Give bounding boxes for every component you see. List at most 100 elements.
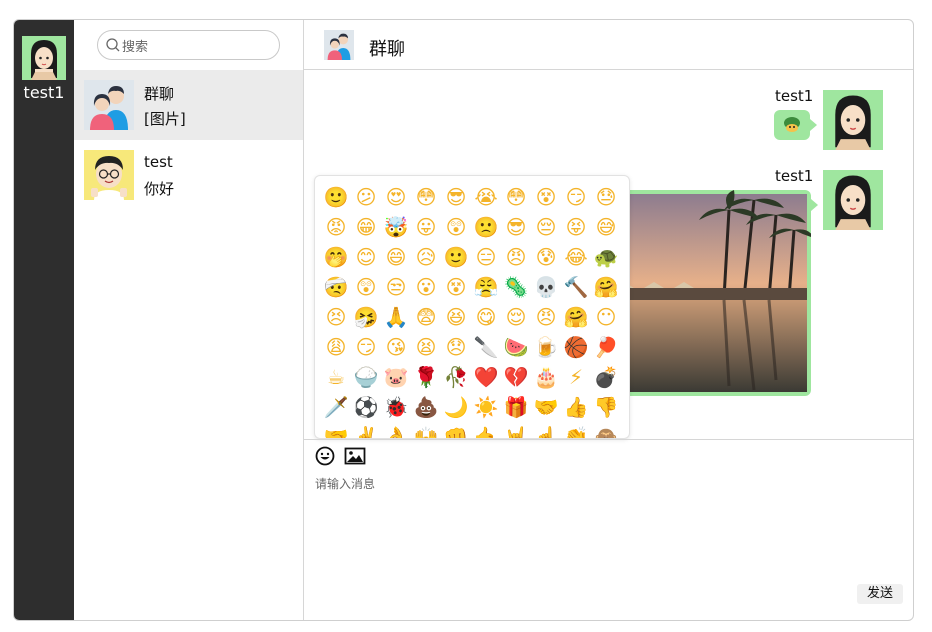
emoji-option[interactable]: 🙏 [381, 302, 411, 332]
girl-avatar-icon[interactable] [823, 90, 883, 150]
emoji-option[interactable]: 🔪 [471, 332, 501, 362]
emoji-option[interactable]: 😰 [531, 242, 561, 272]
emoji-option[interactable]: 😌 [501, 302, 531, 332]
emoji-option[interactable]: 😔 [531, 212, 561, 242]
emoji-option[interactable]: 😒 [381, 272, 411, 302]
emoji-option[interactable]: 😡 [321, 212, 351, 242]
emoji-option[interactable]: 😩 [321, 332, 351, 362]
emoji-option[interactable]: 😥 [411, 242, 441, 272]
emoji-option[interactable]: 😛 [411, 212, 441, 242]
emoji-option[interactable]: 🍺 [531, 332, 561, 362]
girl-avatar-icon[interactable] [22, 36, 66, 80]
emoji-option[interactable]: 😞 [441, 332, 471, 362]
emoji-option[interactable]: 😆 [441, 302, 471, 332]
emoji-option[interactable]: 🙌 [411, 422, 441, 438]
emoji-option[interactable]: 🙂 [321, 182, 351, 212]
smiley-icon[interactable] [314, 445, 336, 467]
message-bubble-emoji[interactable] [774, 110, 810, 140]
emoji-option[interactable]: 😅 [591, 212, 621, 242]
search-box[interactable]: 搜索 [97, 30, 280, 60]
emoji-option[interactable]: 👊 [441, 422, 471, 438]
emoji-option[interactable]: 💔 [501, 362, 531, 392]
emoji-option[interactable]: 🤯 [381, 212, 411, 242]
emoji-option[interactable]: 🤝 [531, 392, 561, 422]
emoji-option[interactable]: 💩 [411, 392, 441, 422]
emoji-option[interactable]: 🤕 [321, 272, 351, 302]
emoji-option[interactable]: 🔨 [561, 272, 591, 302]
emoji-option[interactable]: ☕ [321, 362, 351, 392]
emoji-option[interactable]: 🎂 [531, 362, 561, 392]
emoji-option[interactable]: 🙈 [591, 422, 621, 438]
emoji-option[interactable]: 😤 [471, 272, 501, 302]
emoji-option[interactable]: 😭 [471, 182, 501, 212]
emoji-option[interactable]: 😄 [381, 242, 411, 272]
emoji-option[interactable]: 😋 [471, 302, 501, 332]
emoji-option[interactable]: 🤭 [321, 242, 351, 272]
emoji-option[interactable]: 😫 [411, 332, 441, 362]
emoji-option[interactable]: 😮 [411, 272, 441, 302]
emoji-option[interactable]: 😊 [351, 242, 381, 272]
search-input[interactable]: 搜索 [122, 36, 148, 55]
emoji-option[interactable]: 🐢 [591, 242, 621, 272]
emoji-option[interactable]: 😵 [531, 182, 561, 212]
emoji-option[interactable]: 😑 [471, 242, 501, 272]
message-input[interactable]: 请输入消息 [315, 475, 375, 492]
girl-avatar-icon[interactable] [823, 170, 883, 230]
emoji-option[interactable]: 🤝 [321, 422, 351, 438]
emoji-option[interactable]: 😓 [591, 182, 621, 212]
emoji-option[interactable]: 😳 [501, 182, 531, 212]
emoji-option[interactable]: 😎 [441, 182, 471, 212]
emoji-option[interactable]: 🙁 [471, 212, 501, 242]
emoji-option[interactable]: 😵 [441, 272, 471, 302]
emoji-option[interactable]: 🍚 [351, 362, 381, 392]
emoji-option[interactable]: ☝️ [531, 422, 561, 438]
emoji-option[interactable]: 😣 [321, 302, 351, 332]
emoji-option[interactable]: 🏓 [591, 332, 621, 362]
emoji-option[interactable]: ✌️ [351, 422, 381, 438]
emoji-option[interactable]: 🗡️ [321, 392, 351, 422]
emoji-option[interactable]: 🦠 [501, 272, 531, 302]
emoji-option[interactable]: 😘 [381, 332, 411, 362]
conversation-item-test[interactable]: test 你好 [74, 140, 303, 210]
emoji-picker[interactable]: 🙂 😕 😍 😳 😎 😭 😳 😵 😏 😓 😡 😁 🤯 😛 😲 🙁 😎 😔 😝 😅 🤭 😊 😄 😥 🙂 😑 😠 😰 😂 🐢 🤕 😲 😒 😮 😵 😤 🦠 💀 🔨 🤗… [314, 175, 630, 439]
emoji-option[interactable]: 😕 [351, 182, 381, 212]
emoji-option[interactable]: 🏀 [561, 332, 591, 362]
send-button[interactable]: 发送 [857, 584, 903, 604]
emoji-option[interactable]: 🙂 [441, 242, 471, 272]
emoji-option[interactable]: 😍 [381, 182, 411, 212]
emoji-option[interactable]: 🤧 [351, 302, 381, 332]
emoji-option[interactable]: 🎁 [501, 392, 531, 422]
emoji-option[interactable]: 👎 [591, 392, 621, 422]
emoji-option[interactable]: 😠 [531, 302, 561, 332]
emoji-option[interactable]: 😏 [351, 332, 381, 362]
conversation-item-group[interactable]: 群聊 [图片] [74, 70, 303, 140]
emoji-option[interactable]: 👍 [561, 392, 591, 422]
emoji-option[interactable]: 💀 [531, 272, 561, 302]
emoji-option[interactable]: 🥀 [441, 362, 471, 392]
emoji-option[interactable]: 💣 [591, 362, 621, 392]
emoji-option[interactable]: 🤗 [591, 272, 621, 302]
emoji-option[interactable]: 😲 [351, 272, 381, 302]
emoji-option[interactable]: 🌹 [411, 362, 441, 392]
emoji-option[interactable]: 😶 [591, 302, 621, 332]
emoji-option[interactable]: 👌 [381, 422, 411, 438]
emoji-option[interactable]: ❤️ [471, 362, 501, 392]
emoji-option[interactable]: 🐷 [381, 362, 411, 392]
emoji-option[interactable]: 🐞 [381, 392, 411, 422]
emoji-option[interactable]: 🤗 [561, 302, 591, 332]
emoji-option[interactable]: ⚽ [351, 392, 381, 422]
message-bubble-image[interactable] [604, 190, 811, 396]
emoji-option[interactable]: 🌙 [441, 392, 471, 422]
emoji-option[interactable]: 😂 [561, 242, 591, 272]
emoji-option[interactable]: 👏 [561, 422, 591, 438]
emoji-option[interactable]: 🤙 [471, 422, 501, 438]
emoji-option[interactable]: 😨 [411, 302, 441, 332]
image-icon[interactable] [344, 445, 366, 467]
emoji-option[interactable]: 😲 [441, 212, 471, 242]
emoji-option[interactable]: 🤘 [501, 422, 531, 438]
emoji-option[interactable]: 🍉 [501, 332, 531, 362]
emoji-option[interactable]: 😏 [561, 182, 591, 212]
emoji-option[interactable]: 😝 [561, 212, 591, 242]
emoji-option[interactable]: ⚡ [561, 362, 591, 392]
emoji-option[interactable]: ☀️ [471, 392, 501, 422]
